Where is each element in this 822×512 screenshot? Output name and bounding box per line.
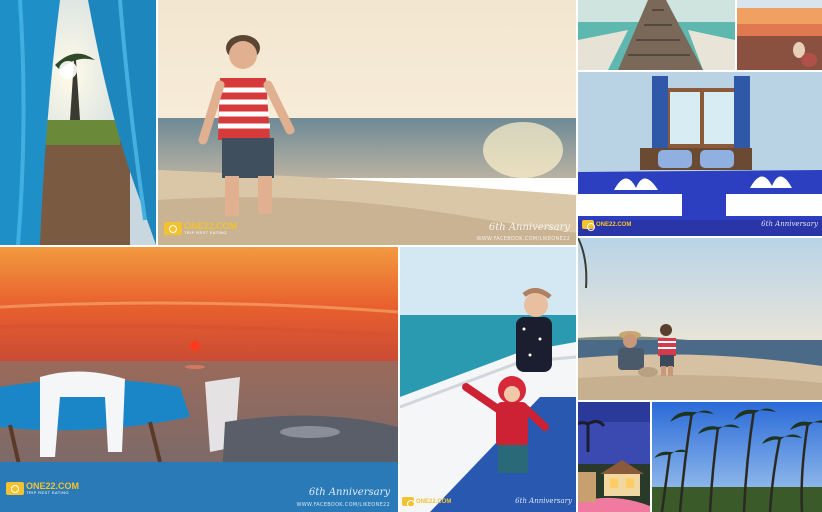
photo-boy-on-beach: ONE22.COM TRIP REST EATING 6th Anniversa… [158, 0, 576, 245]
camera-icon [582, 220, 595, 231]
brand-logo: ONE22.COM TRIP REST EATING [6, 482, 79, 495]
camera-icon [164, 222, 182, 235]
brand-logo: ONE22.COM [402, 497, 452, 508]
photo-sunset-dinner: ONE22.COM TRIP REST EATING 6th Anniversa… [0, 247, 398, 512]
brand-logo: ONE22.COM TRIP REST EATING [164, 222, 237, 235]
anniversary-signature: 6th Anniversary [488, 222, 570, 233]
facebook-url: WWW.FACEBOOK.COM/LIKEONE22 [476, 236, 570, 242]
facebook-url: WWW.FACEBOOK.COM/LIKEONE22 [296, 502, 390, 508]
brand-name: ONE22.COM [596, 221, 632, 228]
photo-night-resort [578, 402, 650, 512]
photo-palm-grove [652, 402, 822, 512]
camera-icon [6, 482, 24, 495]
photo-wooden-pier [578, 0, 735, 70]
brand-tagline: TRIP REST EATING [26, 490, 69, 495]
anniversary-signature: 6th Anniversary [515, 497, 572, 505]
anniversary-signature: 6th Anniversary [761, 220, 818, 228]
camera-icon [402, 497, 415, 508]
photo-curtain-porch [0, 0, 156, 245]
photo-hotel-bedroom: ONE22.COM 6th Anniversary [578, 72, 822, 236]
anniversary-signature: 6th Anniversary [308, 487, 390, 498]
photo-sunset-shore [737, 0, 822, 70]
brand-name: ONE22.COM [416, 498, 452, 505]
brand-tagline: TRIP REST EATING [184, 230, 227, 235]
photo-kids-on-boat: ONE22.COM 6th Anniversary [400, 247, 576, 512]
photo-sandcastle [578, 238, 822, 400]
brand-logo: ONE22.COM [582, 220, 632, 231]
